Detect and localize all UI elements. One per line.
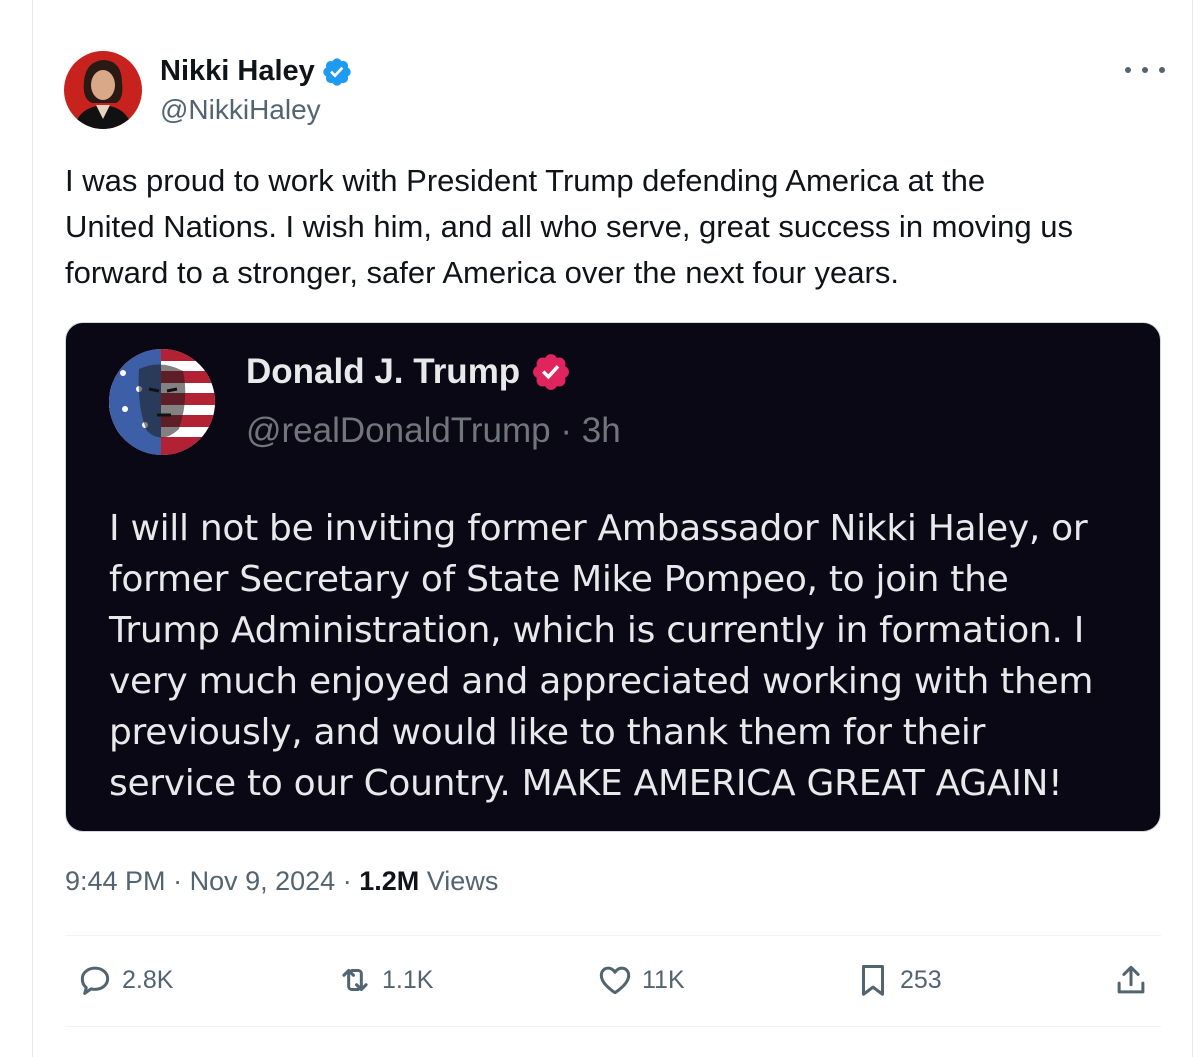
author-avatar[interactable] [64, 51, 142, 129]
frame-border-right [1192, 0, 1193, 1057]
tweet-text: I was proud to work with President Trump… [65, 158, 1175, 296]
quoted-post-age: 3h [581, 411, 621, 450]
like-button[interactable]: 11K [596, 961, 685, 999]
separator-dot: · [173, 866, 183, 896]
views-count[interactable]: 1.2M [359, 866, 419, 896]
quoted-author-avatar [109, 349, 215, 455]
post-time[interactable]: 9:44 PM [65, 866, 166, 896]
separator-dot: · [342, 866, 352, 896]
post-meta: 9:44 PM · Nov 9, 2024 · 1.2M Views [65, 866, 498, 897]
tweet-text-line: forward to a stronger, safer America ove… [65, 255, 899, 290]
quoted-text-line: previously, and would like to thank them… [109, 712, 986, 753]
divider [65, 1026, 1161, 1027]
repost-button[interactable]: 1.1K [336, 961, 433, 999]
quoted-text-line: very much enjoyed and appreciated workin… [109, 661, 1094, 702]
post-date[interactable]: Nov 9, 2024 [190, 866, 336, 896]
separator-dot: · [560, 411, 573, 450]
quoted-text-line: service to our Country. MAKE AMERICA GRE… [109, 763, 1063, 804]
reply-icon [80, 966, 110, 995]
share-button[interactable] [1112, 961, 1150, 999]
quoted-text-line: I will not be inviting former Ambassador… [109, 508, 1088, 549]
pink-check-icon [530, 351, 572, 393]
reply-button[interactable]: 2.8K [76, 961, 173, 999]
repost-count: 1.1K [382, 965, 434, 994]
bookmark-count: 253 [900, 965, 942, 994]
blue-check-icon[interactable] [321, 56, 353, 88]
like-count: 11K [642, 965, 685, 994]
heart-icon [599, 966, 631, 995]
tweet-text-line: I was proud to work with President Trump… [65, 163, 986, 198]
frame-border-left [32, 0, 33, 1057]
author-handle[interactable]: @NikkiHaley [160, 94, 321, 126]
quoted-text-line: Trump Administration, which is currently… [109, 610, 1085, 651]
author-name[interactable]: Nikki Haley [160, 55, 315, 88]
author-name-row: Nikki Haley [160, 55, 353, 88]
repost-icon [342, 968, 368, 992]
quoted-text-line: former Secretary of State Mike Pompeo, t… [109, 559, 1009, 600]
bookmark-button[interactable]: 253 [854, 961, 942, 999]
quoted-author-name-row: Donald J. Trump [246, 351, 572, 393]
divider [65, 935, 1161, 936]
share-icon [1117, 965, 1145, 994]
bookmark-icon [861, 965, 885, 996]
quoted-post-text: I will not be inviting former Ambassador… [109, 503, 1139, 809]
tweet-text-line: United Nations. I wish him, and all who … [65, 209, 1073, 244]
quoted-author-name: Donald J. Trump [246, 352, 521, 391]
views-label[interactable]: Views [427, 866, 499, 896]
reply-count: 2.8K [122, 965, 174, 994]
quoted-author-handle: @realDonaldTrump [246, 411, 551, 450]
quoted-handle-row: @realDonaldTrump · 3h [246, 411, 621, 451]
more-options-icon[interactable] [1125, 58, 1165, 82]
quoted-post-card[interactable]: Donald J. Trump @realDonaldTrump · 3h I … [65, 322, 1161, 832]
